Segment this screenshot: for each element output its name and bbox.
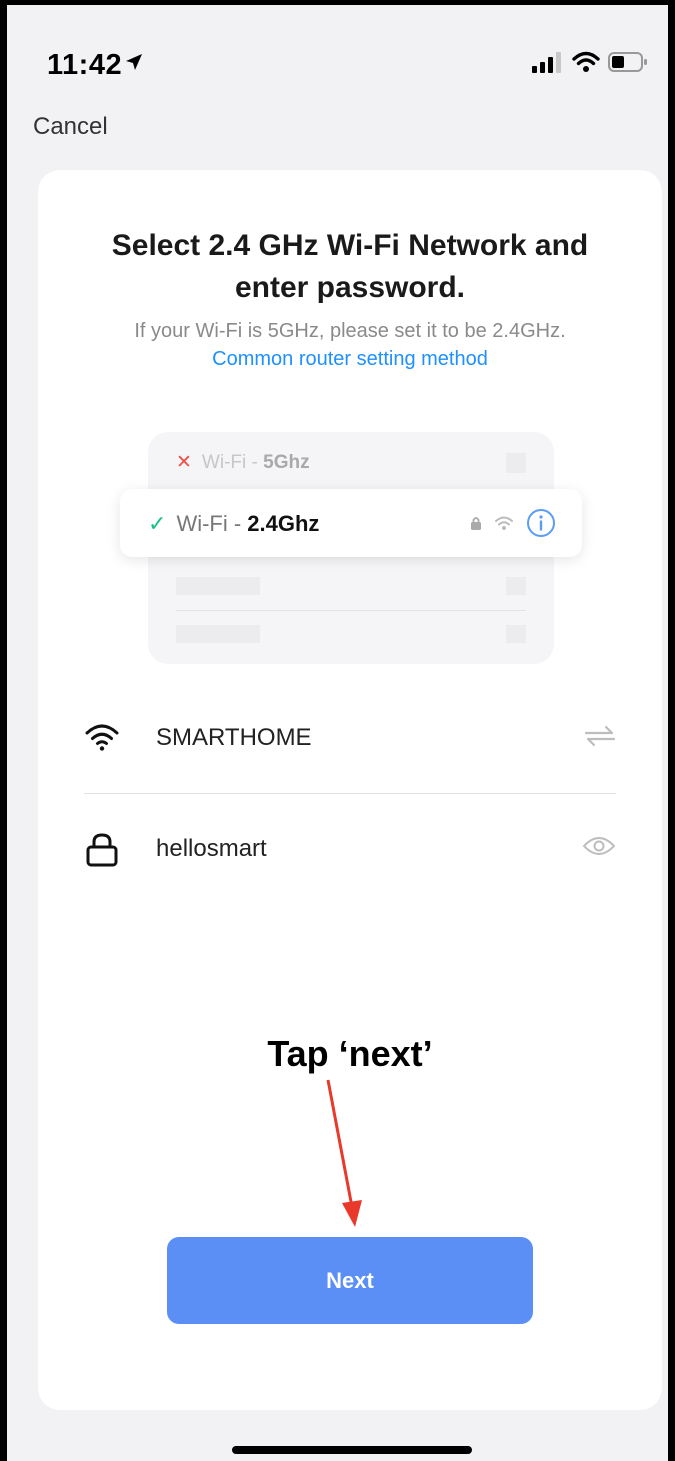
system-icons [532, 51, 648, 78]
eye-icon[interactable] [582, 835, 616, 862]
cross-icon: ✕ [176, 452, 192, 473]
placeholder-square [506, 577, 526, 595]
wifi-network-field[interactable]: SMARTHOME [84, 704, 616, 774]
next-button[interactable]: Next [167, 1237, 533, 1324]
placeholder-square [506, 625, 526, 643]
cancel-button[interactable]: Cancel [33, 113, 108, 141]
placeholder-bar [176, 625, 260, 643]
info-icon [526, 508, 556, 543]
subtitle: If your Wi-Fi is 5GHz, please set it to … [134, 320, 566, 342]
wifi-small-icon [494, 515, 514, 536]
illustration-row-5ghz: ✕ Wi-Fi - 5Ghz [176, 451, 310, 474]
wifi-icon [84, 722, 120, 757]
illustration-row-24ghz: ✓ Wi-Fi - 2.4Ghz [120, 489, 582, 557]
field-divider [84, 793, 616, 794]
password-field[interactable]: hellosmart [84, 815, 616, 885]
router-setting-link[interactable]: Common router setting method [38, 348, 662, 371]
illustration-5ghz-band: 5Ghz [263, 452, 310, 473]
lock-small-icon [470, 516, 482, 535]
check-icon: ✓ [148, 511, 167, 536]
illustration-row-icons [470, 508, 556, 543]
wifi-setup-card: Select 2.4 GHz Wi-Fi Network and enter p… [38, 170, 662, 1410]
illustration-24ghz-label: ✓ Wi-Fi - 2.4Ghz [148, 511, 319, 537]
status-bar: 11:42 [7, 5, 668, 105]
wifi-status-icon [572, 51, 600, 78]
title-line-2: enter password. [234, 271, 466, 304]
password-value: hellosmart [156, 835, 267, 862]
switch-network-icon[interactable] [584, 724, 616, 753]
page-title: Select 2.4 GHz Wi-Fi Network and enter p… [38, 225, 662, 309]
title-line-1: Select 2.4 GHz Wi-Fi Network and [111, 229, 589, 262]
tap-next-annotation: Tap ‘next’ [267, 1033, 433, 1074]
signal-icon [532, 51, 564, 78]
status-time: 11:42 [47, 49, 123, 81]
annotation-arrow [326, 1079, 362, 1227]
wifi-ssid-value: SMARTHOME [156, 724, 312, 751]
home-indicator [232, 1446, 472, 1454]
placeholder-bar [176, 577, 260, 595]
battery-icon [608, 51, 648, 78]
lock-icon [84, 833, 120, 872]
placeholder-divider [176, 610, 526, 611]
illustration-5ghz-prefix: Wi-Fi - [201, 452, 264, 473]
screen: 11:42 Cancel Select 2.4 GHz Wi-Fi Networ… [0, 0, 675, 1461]
location-arrow-icon [124, 52, 144, 77]
illustration-24ghz-prefix: Wi-Fi - [176, 511, 248, 536]
placeholder-square [506, 453, 526, 473]
illustration-24ghz-band: 2.4Ghz [247, 511, 320, 536]
